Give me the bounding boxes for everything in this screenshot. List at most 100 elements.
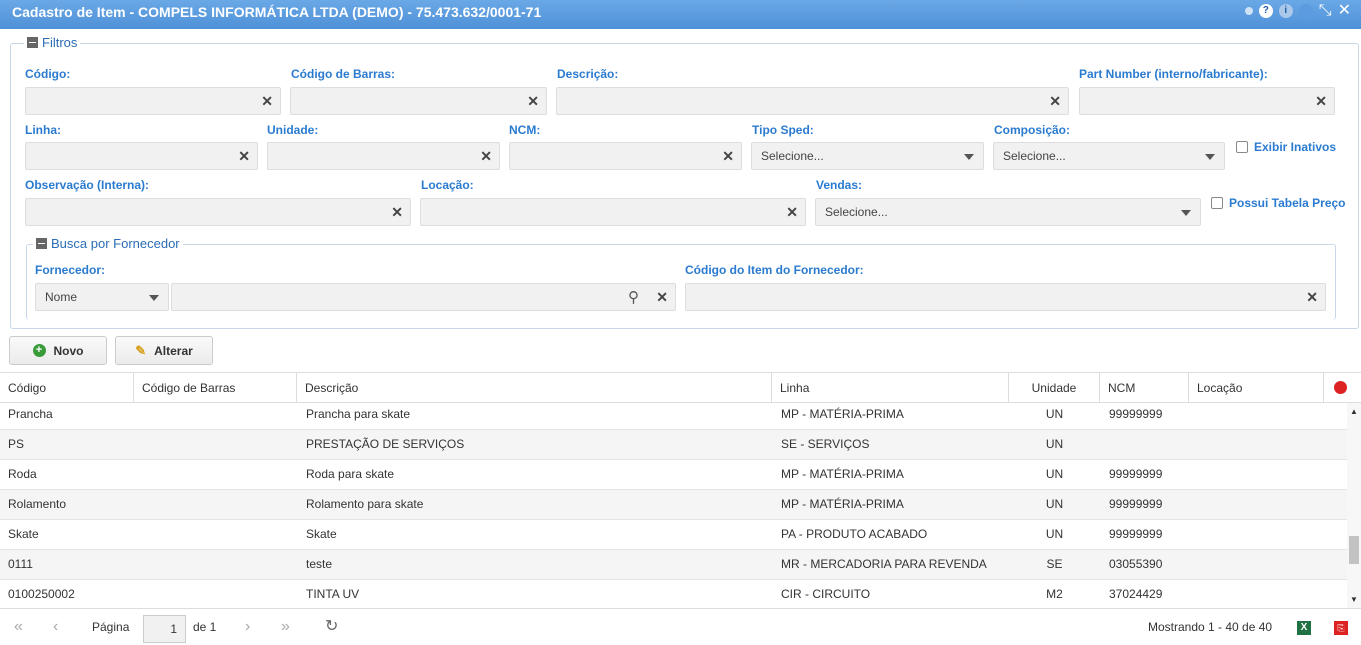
chevron-down-icon (1205, 154, 1215, 160)
edit-icon: ✎ (135, 342, 147, 358)
col-locacao[interactable]: Locação (1189, 373, 1324, 403)
clear-icon[interactable]: ✕ (238, 148, 250, 165)
table-cell: UN (1045, 527, 1064, 541)
collapse-minus-icon[interactable] (27, 37, 38, 48)
table-row[interactable]: Rolamento Rolamento para skate MP - MATÉRI… (0, 490, 1347, 520)
table-cell: MP - MATÉRIA-PRIMA (781, 407, 904, 421)
col-action[interactable] (1324, 373, 1361, 403)
composicao-select[interactable]: Selecione... (993, 142, 1225, 170)
possui-tabela-checkbox[interactable]: Possui Tabela Preço (1211, 196, 1346, 210)
col-codigo[interactable]: Código (0, 373, 134, 403)
clear-icon[interactable]: ✕ (1306, 289, 1318, 306)
fornecedor-legend[interactable]: Busca por Fornecedor (33, 236, 183, 251)
table-row[interactable]: Skate Skate PA - PRODUTO ACABADO UN 99999999 (0, 520, 1347, 550)
checkbox-icon[interactable] (1236, 141, 1248, 153)
table-cell: Skate (306, 527, 337, 541)
clear-icon[interactable]: ✕ (1315, 93, 1327, 110)
scroll-down-icon[interactable]: ▼ (1350, 595, 1358, 604)
codigo-barras-input[interactable]: ✕ (290, 87, 547, 115)
table-cell: 99999999 (1109, 527, 1163, 541)
filters-legend[interactable]: Filtros (24, 35, 81, 50)
codigo-item-fornecedor-input[interactable]: ✕ (685, 283, 1326, 311)
pdf-icon[interactable]: ⎘ (1334, 621, 1348, 635)
table-cell: Rolamento (8, 497, 67, 511)
table-cell: CIR - CIRCUITO (781, 587, 871, 601)
chevron-down-icon (964, 154, 974, 160)
ncm-input[interactable]: ✕ (509, 142, 742, 170)
descricao-input[interactable]: ✕ (556, 87, 1069, 115)
tipo-sped-label: Tipo Sped: (752, 123, 814, 137)
vendas-select[interactable]: Selecione... (815, 198, 1201, 226)
exibir-inativos-checkbox[interactable]: Exibir Inativos (1236, 140, 1336, 154)
novo-button[interactable]: + Novo (9, 336, 107, 365)
disable-icon[interactable] (1334, 381, 1347, 394)
info-icon[interactable]: i (1278, 4, 1293, 18)
clear-icon[interactable]: ✕ (786, 204, 798, 221)
alterar-label: Alterar (154, 343, 193, 358)
last-page-icon[interactable]: » (281, 609, 290, 645)
clear-icon[interactable]: ✕ (656, 289, 668, 306)
settings-icon[interactable] (1298, 4, 1313, 18)
scroll-thumb[interactable] (1349, 536, 1359, 564)
part-number-label: Part Number (interno/fabricante): (1079, 67, 1268, 81)
table-cell: MP - MATÉRIA-PRIMA (781, 467, 904, 481)
fornecedor-input[interactable]: ⚲ ✕ (171, 283, 676, 311)
col-unidade[interactable]: Unidade (1009, 373, 1100, 403)
collapse-minus-icon[interactable] (36, 238, 47, 249)
collapse-icon[interactable]: ⤡ (1319, 3, 1332, 19)
col-ncm[interactable]: NCM (1100, 373, 1189, 403)
clear-icon[interactable]: ✕ (480, 148, 492, 165)
close-icon[interactable]: ✕ (1338, 3, 1351, 19)
fornecedor-label: Fornecedor: (35, 263, 106, 277)
vendas-value: Selecione... (825, 205, 888, 219)
unidade-input[interactable]: ✕ (267, 142, 500, 170)
page-input[interactable]: 1 (143, 615, 186, 643)
clear-icon[interactable]: ✕ (391, 204, 403, 221)
alterar-button[interactable]: ✎ Alterar (115, 336, 213, 365)
tipo-sped-select[interactable]: Selecione... (751, 142, 984, 170)
col-codigo-barras[interactable]: Código de Barras (134, 373, 297, 403)
clear-icon[interactable]: ✕ (527, 93, 539, 110)
refresh-icon[interactable]: ↻ (325, 609, 338, 645)
table-cell: Rolamento para skate (306, 497, 424, 511)
table-cell: MP - MATÉRIA-PRIMA (781, 497, 904, 511)
clear-icon[interactable]: ✕ (261, 93, 273, 110)
first-page-icon[interactable]: « (14, 609, 23, 645)
table-cell: TINTA UV (306, 587, 360, 601)
novo-label: Novo (53, 343, 84, 358)
grid-scrollbar[interactable]: ▲ ▼ (1347, 403, 1361, 608)
table-cell: PS (8, 437, 25, 451)
table-cell: 0100250002 (8, 587, 75, 601)
locacao-input[interactable]: ✕ (420, 198, 806, 226)
prev-page-icon[interactable]: ‹ (53, 609, 58, 645)
linha-input[interactable]: ✕ (25, 142, 258, 170)
next-page-icon[interactable]: › (245, 609, 250, 645)
observacao-input[interactable]: ✕ (25, 198, 411, 226)
col-descricao[interactable]: Descrição (297, 373, 772, 403)
table-row[interactable]: Prancha Prancha para skate MP - MATÉRIA-PR… (0, 400, 1347, 430)
possui-tabela-label: Possui Tabela Preço (1229, 196, 1346, 210)
pagina-label: Página (92, 620, 130, 634)
pager: « ‹ Página 1 de 1 › » ↻ Mostrando 1 - 40… (0, 608, 1361, 644)
table-cell: 99999999 (1109, 467, 1163, 481)
linha-label: Linha: (25, 123, 61, 137)
help-icon[interactable]: ? (1258, 4, 1273, 18)
col-linha[interactable]: Linha (772, 373, 1009, 403)
fornecedor-type-select[interactable]: Nome (35, 283, 169, 311)
part-number-input[interactable]: ✕ (1079, 87, 1335, 115)
clear-icon[interactable]: ✕ (1049, 93, 1061, 110)
table-row[interactable]: 0100250002 TINTA UV CIR - CIRCUITO M2 370244… (0, 580, 1347, 610)
scroll-up-icon[interactable]: ▲ (1350, 407, 1358, 416)
excel-icon[interactable]: X (1297, 621, 1311, 635)
search-icon[interactable]: ⚲ (628, 288, 639, 306)
chevron-down-icon (1181, 210, 1191, 216)
composicao-value: Selecione... (1003, 149, 1066, 163)
clear-icon[interactable]: ✕ (722, 148, 734, 165)
table-row[interactable]: PS PRESTAÇÃO DE SERVIÇOS SE - SERVIÇOS UN (0, 430, 1347, 460)
table-row[interactable]: 0111 teste MR - MERCADORIA PARA REVENDA SE 0… (0, 550, 1347, 580)
table-row[interactable]: Roda Roda para skate MP - MATÉRIA-PRIMA UN 9… (0, 460, 1347, 490)
dot-icon[interactable] (1244, 7, 1253, 15)
codigo-input[interactable]: ✕ (25, 87, 281, 115)
checkbox-icon[interactable] (1211, 197, 1223, 209)
table-cell: Prancha (8, 407, 53, 421)
